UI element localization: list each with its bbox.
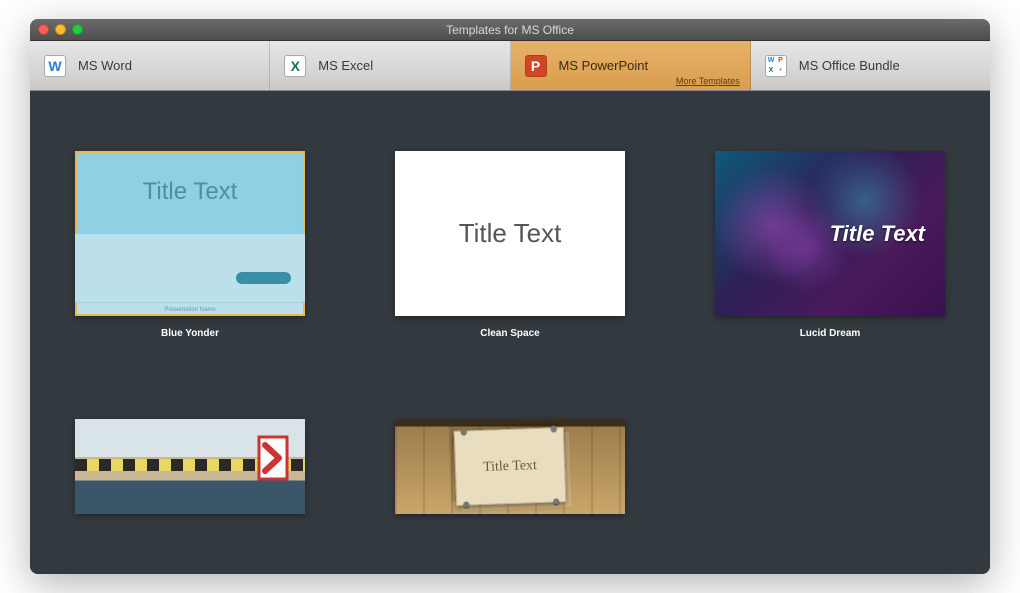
template-name: Blue Yonder bbox=[161, 328, 219, 339]
template-name: Clean Space bbox=[480, 328, 539, 339]
slide-title-placeholder: Title Text bbox=[459, 218, 562, 249]
word-icon: W bbox=[44, 55, 66, 77]
template-grid-area[interactable]: Title Text Presentation Name Blue Yonder… bbox=[30, 91, 990, 574]
template-name: Lucid Dream bbox=[800, 328, 861, 339]
tab-ms-excel[interactable]: X MS Excel bbox=[270, 41, 510, 90]
template-grid: Title Text Presentation Name Blue Yonder… bbox=[60, 151, 960, 339]
template-thumbnail[interactable]: Title Text bbox=[395, 151, 625, 316]
powerpoint-icon: P bbox=[525, 55, 547, 77]
app-window: Templates for MS Office W MS Word X MS E… bbox=[30, 19, 990, 574]
close-button[interactable] bbox=[38, 24, 49, 35]
slide-footer: Presentation Name bbox=[75, 302, 305, 316]
tab-label: MS Excel bbox=[318, 58, 373, 73]
window-title: Templates for MS Office bbox=[30, 23, 990, 37]
template-thumbnail[interactable]: Title Text bbox=[395, 419, 625, 514]
template-thumbnail[interactable] bbox=[75, 419, 305, 514]
slide-body bbox=[75, 234, 305, 303]
tab-ms-office-bundle[interactable]: W P X • MS Office Bundle bbox=[751, 41, 990, 90]
bundle-icon: W P X • bbox=[765, 55, 787, 77]
tab-ms-powerpoint[interactable]: P MS PowerPoint More Templates bbox=[511, 41, 751, 90]
tab-label: MS Word bbox=[78, 58, 132, 73]
excel-icon: X bbox=[284, 55, 306, 77]
slide-title-placeholder: Title Text bbox=[830, 221, 925, 247]
more-templates-link[interactable]: More Templates bbox=[676, 76, 740, 86]
traffic-lights bbox=[38, 24, 83, 35]
note-card: Title Text bbox=[454, 427, 567, 506]
template-item-lucid-dream[interactable]: Title Text Lucid Dream bbox=[700, 151, 960, 339]
template-item-road[interactable] bbox=[60, 419, 320, 514]
minimize-button[interactable] bbox=[55, 24, 66, 35]
category-toolbar: W MS Word X MS Excel P MS PowerPoint Mor… bbox=[30, 41, 990, 91]
zoom-button[interactable] bbox=[72, 24, 83, 35]
tab-ms-word[interactable]: W MS Word bbox=[30, 41, 270, 90]
template-item-blue-yonder[interactable]: Title Text Presentation Name Blue Yonder bbox=[60, 151, 320, 339]
template-thumbnail[interactable]: Title Text bbox=[715, 151, 945, 316]
chevron-sign-icon bbox=[255, 433, 291, 483]
tab-label: MS Office Bundle bbox=[799, 58, 900, 73]
slide-title-placeholder: Title Text bbox=[483, 458, 537, 476]
tab-label: MS PowerPoint bbox=[559, 58, 649, 73]
titlebar[interactable]: Templates for MS Office bbox=[30, 19, 990, 41]
slide-title-placeholder: Title Text bbox=[75, 151, 305, 234]
template-item-wood[interactable]: Title Text bbox=[380, 419, 640, 514]
template-grid-row2: Title Text bbox=[60, 419, 960, 514]
slide-button-shape bbox=[236, 272, 291, 284]
template-item-clean-space[interactable]: Title Text Clean Space bbox=[380, 151, 640, 339]
template-thumbnail[interactable]: Title Text Presentation Name bbox=[75, 151, 305, 316]
